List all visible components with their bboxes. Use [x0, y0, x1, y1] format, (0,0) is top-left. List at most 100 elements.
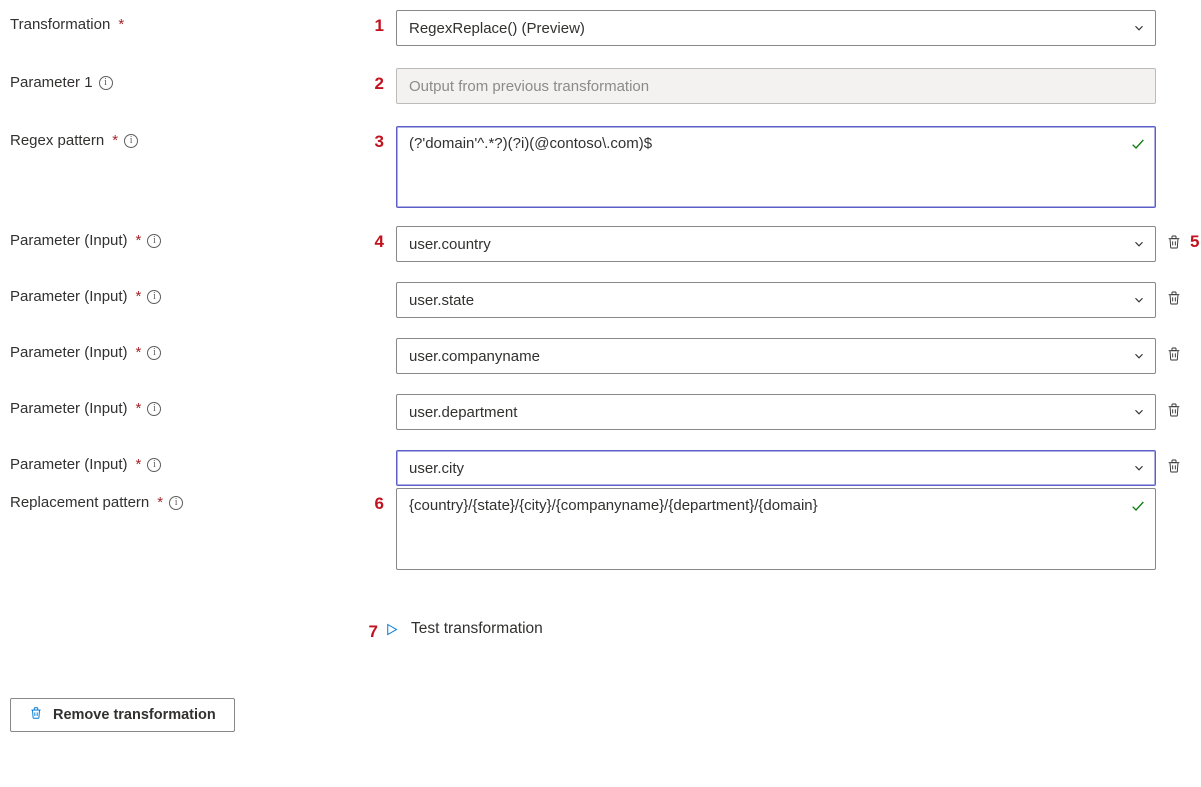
annotation-right [1188, 450, 1201, 456]
chevron-down-icon [1132, 405, 1146, 419]
delete-parameter-button[interactable] [1162, 282, 1182, 307]
info-icon[interactable]: i [147, 346, 161, 360]
parameter-input-select-wrapper: user.companyname [396, 338, 1156, 374]
parameter-input-select-wrapper: user.country [396, 226, 1156, 262]
label-text: Regex pattern [10, 132, 104, 149]
annotation-right [1188, 282, 1201, 288]
test-transformation-label: Test transformation [411, 620, 543, 638]
label-parameter-input: Parameter (Input) * i [10, 282, 350, 305]
parameter-input-value: user.companyname [409, 348, 540, 365]
required-asterisk: * [136, 288, 142, 305]
transformation-select-value: RegexReplace() (Preview) [409, 20, 585, 37]
chevron-down-icon [1132, 461, 1146, 475]
regex-pattern-input[interactable]: (?'domain'^.*?)(?i)(@contoso\.com)$ [396, 126, 1156, 208]
info-icon[interactable]: i [169, 496, 183, 510]
info-icon[interactable]: i [147, 458, 161, 472]
annotation-right: 5 [1188, 226, 1201, 252]
parameter-input-select[interactable]: user.city [396, 450, 1156, 486]
info-icon[interactable]: i [99, 76, 113, 90]
info-icon[interactable]: i [147, 234, 161, 248]
label-regex-pattern: Regex pattern * i [10, 126, 350, 149]
remove-transformation-label: Remove transformation [53, 707, 216, 723]
label-text: Parameter (Input) [10, 400, 128, 417]
row-regex-pattern: Regex pattern * i 3 (?'domain'^.*?)(?i)(… [10, 126, 1191, 208]
delete-parameter-button[interactable] [1162, 394, 1182, 419]
annotation-left: 4 [356, 226, 390, 252]
chevron-down-icon [1132, 349, 1146, 363]
parameter-input-value: user.state [409, 292, 474, 309]
trash-icon [1166, 457, 1182, 475]
required-asterisk: * [112, 132, 118, 149]
label-transformation: Transformation * [10, 10, 350, 33]
delete-parameter-button[interactable] [1162, 450, 1182, 475]
row-parameter-input: Parameter (Input)*i4user.country5 [10, 226, 1191, 264]
trash-icon [1166, 345, 1182, 363]
label-text: Parameter (Input) [10, 344, 128, 361]
required-asterisk: * [136, 344, 142, 361]
parameter-input-select[interactable]: user.department [396, 394, 1156, 430]
trash-icon [29, 705, 43, 725]
required-asterisk: * [157, 494, 163, 511]
info-icon[interactable]: i [124, 134, 138, 148]
parameter-input-value: user.department [409, 404, 517, 421]
label-parameter1: Parameter 1 i [10, 68, 350, 91]
annotation-3: 3 [356, 126, 390, 152]
info-icon[interactable]: i [147, 402, 161, 416]
row-parameter-input: Parameter (Input) * i user.department [10, 394, 1191, 432]
parameter-input-select-wrapper: user.state [396, 282, 1156, 318]
chevron-down-icon [1132, 293, 1146, 307]
label-text: Transformation [10, 16, 110, 33]
row-test-transformation: 7 Test transformation [10, 616, 1191, 642]
chevron-down-icon [1132, 237, 1146, 251]
parameter-input-value: user.city [409, 460, 464, 477]
row-replacement-pattern: Replacement pattern * i 6 {country}/{sta… [10, 488, 1191, 570]
chevron-down-icon [1132, 21, 1146, 35]
regex-pattern-value: (?'domain'^.*?)(?i)(@contoso\.com)$ [409, 135, 652, 152]
checkmark-icon [1130, 498, 1146, 514]
label-parameter-input: Parameter (Input) * i [10, 450, 350, 473]
label-text: Parameter (Input) [10, 456, 128, 473]
trash-icon [1166, 289, 1182, 307]
annotation-left [356, 338, 390, 344]
parameter-input-select[interactable]: user.state [396, 282, 1156, 318]
required-asterisk: * [136, 456, 142, 473]
replacement-pattern-value: {country}/{state}/{city}/{companyname}/{… [409, 497, 818, 514]
label-replacement-pattern: Replacement pattern * i [10, 488, 350, 511]
label-parameter-input: Parameter (Input) * i [10, 394, 350, 417]
footer: Remove transformation [10, 698, 1191, 732]
delete-parameter-button[interactable] [1162, 226, 1182, 251]
label-text: Parameter 1 [10, 74, 93, 91]
required-asterisk: * [136, 400, 142, 417]
parameter-input-select-wrapper: user.city [396, 450, 1156, 486]
parameter-input-value: user.country [409, 236, 491, 253]
parameter1-placeholder: Output from previous transformation [409, 78, 649, 95]
label-parameter-input: Parameter (Input) * i [10, 226, 350, 249]
remove-transformation-button[interactable]: Remove transformation [10, 698, 235, 732]
row-parameter1: Parameter 1 i 2 Output from previous tra… [10, 68, 1191, 106]
info-icon[interactable]: i [147, 290, 161, 304]
checkmark-icon [1130, 136, 1146, 152]
annotation-7: 7 [350, 616, 384, 642]
play-icon [384, 621, 399, 638]
label-text: Parameter (Input) [10, 288, 128, 305]
regex-pattern-control: (?'domain'^.*?)(?i)(@contoso\.com)$ [396, 126, 1156, 208]
parameter-input-select[interactable]: user.country [396, 226, 1156, 262]
annotation-6: 6 [356, 488, 390, 514]
transformation-form: Transformation * 1 RegexReplace() (Previ… [10, 10, 1191, 732]
label-parameter-input: Parameter (Input) * i [10, 338, 350, 361]
label-text: Parameter (Input) [10, 232, 128, 249]
input-params-container: Parameter (Input)*i4user.country5Paramet… [10, 208, 1191, 488]
parameter1-field: Output from previous transformation [396, 68, 1156, 104]
annotation-2: 2 [356, 68, 390, 94]
annotation-1: 1 [356, 10, 390, 36]
transformation-select[interactable]: RegexReplace() (Preview) [396, 10, 1156, 46]
trash-icon [1166, 233, 1182, 251]
annotation-right [1188, 394, 1201, 400]
replacement-pattern-input[interactable]: {country}/{state}/{city}/{companyname}/{… [396, 488, 1156, 570]
test-transformation-link[interactable]: Test transformation [384, 620, 1191, 638]
required-asterisk: * [136, 232, 142, 249]
parameter-input-select[interactable]: user.companyname [396, 338, 1156, 374]
parameter1-field-wrapper: Output from previous transformation [396, 68, 1156, 104]
label-text: Replacement pattern [10, 494, 149, 511]
delete-parameter-button[interactable] [1162, 338, 1182, 363]
